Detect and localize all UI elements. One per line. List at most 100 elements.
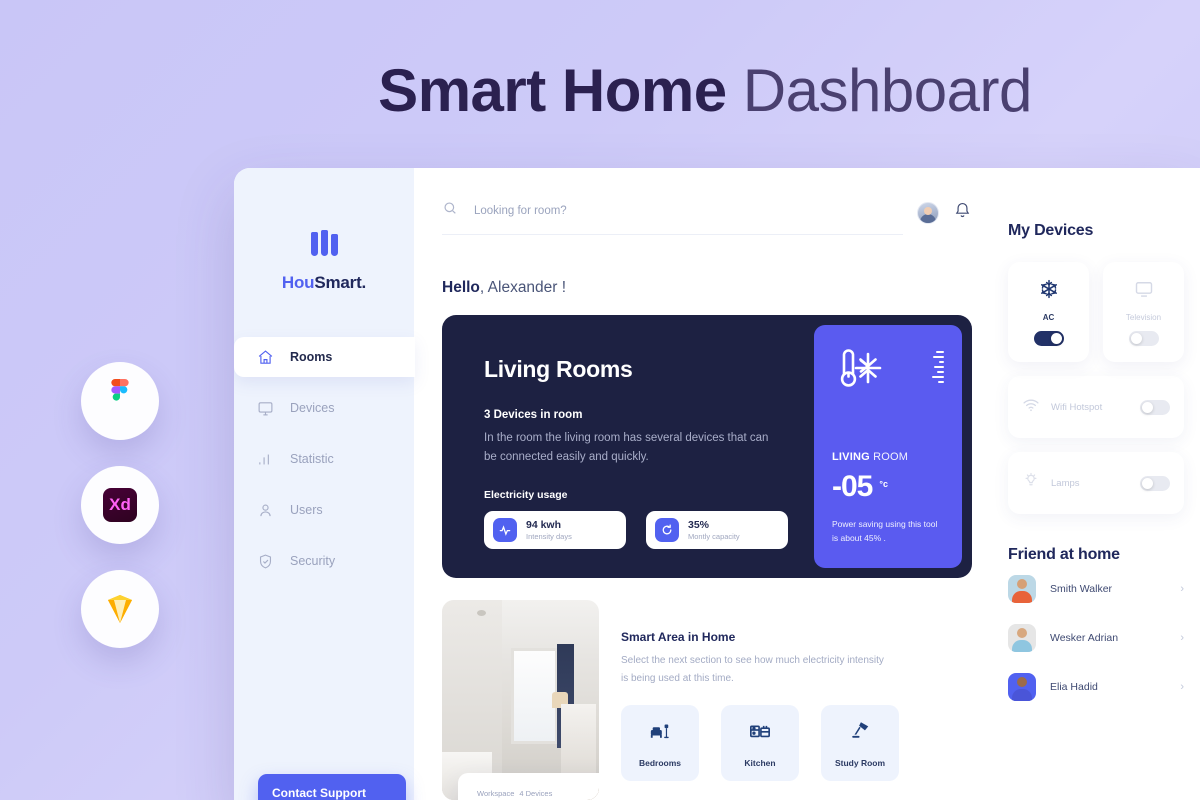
sidebar-item-devices[interactable]: Devices — [234, 388, 414, 428]
greeting: Hello, Alexander ! — [442, 279, 972, 297]
monitor-icon — [256, 399, 274, 417]
refresh-icon — [655, 517, 679, 542]
stat-label: Montly capacity — [688, 531, 740, 541]
device-toggle-ac[interactable] — [1033, 330, 1064, 346]
sidebar-item-label: Devices — [290, 401, 335, 415]
contact-support-button[interactable]: Contact Support — [258, 774, 406, 800]
friend-name: Elia Hadid — [1050, 680, 1098, 693]
smart-area-title: Smart Area in Home — [621, 630, 736, 644]
figma-icon[interactable] — [81, 362, 159, 440]
device-tile-television[interactable]: Television — [1103, 262, 1184, 362]
sketch-icon[interactable] — [81, 570, 159, 648]
lamp-icon — [1022, 472, 1040, 495]
friend-item-smith-walker[interactable]: Smith Walker › — [1008, 564, 1184, 613]
header-actions — [917, 201, 972, 235]
device-tiles: AC Television — [1008, 262, 1184, 362]
temperature-room-label: LIVING ROOM — [832, 451, 944, 463]
workspace-title: Workspace — [477, 789, 515, 798]
page-title: Smart Home Dashboard — [0, 58, 1200, 124]
sidebar-item-label: Rooms — [290, 350, 333, 364]
stat-value: 35% — [688, 518, 710, 531]
workspace-device-count: 4 Devices — [519, 789, 553, 798]
sidebar-item-rooms[interactable]: Rooms — [234, 337, 415, 377]
hero-description: In the room the living room has several … — [484, 432, 769, 463]
snowflake-icon — [1039, 279, 1059, 304]
stat-card-capacity[interactable]: 35% Montly capacity — [646, 510, 788, 549]
temperature-note: Power saving using this tool is about 45… — [832, 519, 938, 543]
device-tile-ac[interactable]: AC — [1008, 262, 1089, 362]
sidebar-item-label: Users — [290, 503, 323, 517]
avatar — [1008, 623, 1036, 652]
device-row-lamps[interactable]: Lamps — [1008, 452, 1184, 514]
friend-name: Smith Walker — [1050, 582, 1113, 595]
friend-item-elia-hadid[interactable]: Elia Hadid › — [1008, 662, 1184, 711]
chevron-right-icon: › — [1180, 631, 1184, 644]
page-title-light: Dashboard — [742, 57, 1033, 124]
electricity-stats: 94 kwh Intensity days 35% Montly capacit… — [484, 510, 814, 549]
desk-lamp-icon — [849, 719, 871, 746]
search-bar[interactable] — [442, 200, 903, 235]
workspace-card[interactable]: Workspace4 Devices Offices lamp, air Con… — [458, 773, 599, 800]
device-label: AC — [1042, 312, 1055, 322]
living-room-hero-card: Living Rooms 3 Devices in room In the ro… — [442, 315, 972, 578]
area-label: Kitchen — [744, 757, 776, 768]
device-label: Television — [1125, 312, 1162, 322]
brand-logo-icon — [310, 230, 338, 256]
temperature-panel: LIVING ROOM -05 °c Power saving using th… — [814, 325, 962, 568]
device-label: Wifi Hotspot — [1051, 401, 1103, 413]
page-title-bold: Smart Home — [378, 57, 727, 124]
sidebar-item-users[interactable]: Users — [234, 490, 414, 530]
friend-item-wesker-adrian[interactable]: Wesker Adrian › — [1008, 613, 1184, 662]
main-content: Hello, Alexander ! Living Rooms 3 Device… — [414, 168, 1000, 800]
smart-area-description: Select the next section to see how much … — [621, 655, 884, 684]
device-row-wifi-hotspot[interactable]: Wifi Hotspot — [1008, 376, 1184, 438]
monitor-icon — [1134, 279, 1154, 304]
stat-card-intensity[interactable]: 94 kwh Intensity days — [484, 510, 626, 549]
brand[interactable]: HouSmart. — [234, 168, 414, 293]
stat-label: Intensity days — [526, 531, 572, 541]
my-devices-heading: My Devices — [1008, 222, 1094, 239]
area-card-study-room[interactable]: Study Room — [821, 705, 899, 781]
chevron-right-icon: › — [1180, 680, 1184, 693]
room-photo[interactable]: Workspace4 Devices Offices lamp, air Con… — [442, 600, 599, 800]
sidebar-nav: Rooms Devices Statistic Users Security — [234, 337, 415, 581]
device-toggle-lamps[interactable] — [1140, 475, 1170, 491]
stat-value: 94 kwh — [526, 518, 562, 531]
area-card-bedrooms[interactable]: Bedrooms — [621, 705, 699, 781]
shield-icon — [256, 552, 274, 570]
right-panel: My Devices AC Television Wifi Hotspot La… — [1000, 168, 1200, 800]
area-card-kitchen[interactable]: Kitchen — [721, 705, 799, 781]
lower-section: Workspace4 Devices Offices lamp, air Con… — [442, 600, 972, 800]
device-label: Lamps — [1051, 477, 1080, 489]
friend-name: Wesker Adrian — [1050, 631, 1119, 644]
temperature-room-bold: LIVING — [832, 451, 870, 463]
kitchen-icon — [749, 719, 771, 746]
electricity-usage-label: Electricity usage — [484, 488, 568, 501]
hero-left: Living Rooms 3 Devices in room In the ro… — [452, 325, 814, 568]
search-input[interactable] — [474, 204, 903, 217]
adobe-xd-icon[interactable]: Xd — [81, 466, 159, 544]
home-icon — [256, 348, 274, 366]
sidebar-item-statistic[interactable]: Statistic — [234, 439, 414, 479]
device-toggle-television[interactable] — [1128, 330, 1159, 346]
bell-icon[interactable] — [953, 201, 972, 225]
activity-icon — [493, 517, 517, 542]
app-window: HouSmart. Rooms Devices Statistic Users … — [234, 168, 1200, 800]
search-icon — [442, 200, 458, 221]
signal-bars-icon — [932, 347, 944, 383]
brand-name: HouSmart. — [234, 273, 414, 293]
chevron-right-icon: › — [1180, 582, 1184, 595]
workspace-title-row: Workspace 4 Devices — [472, 785, 599, 799]
temperature-unit: °c — [879, 479, 888, 489]
temperature-value-row: -05 °c — [832, 472, 944, 502]
hero-title: Living Rooms — [484, 356, 633, 382]
temperature-room-light: ROOM — [869, 451, 909, 463]
device-toggle-wifi-hotspot[interactable] — [1140, 399, 1170, 415]
temperature-value: -05 — [832, 470, 873, 503]
bar-chart-icon — [256, 450, 274, 468]
bedroom-icon — [649, 719, 671, 746]
sidebar-item-security[interactable]: Security — [234, 541, 414, 581]
avatar[interactable] — [917, 201, 939, 224]
friends-heading: Friend at home — [1008, 546, 1120, 563]
area-label: Bedrooms — [638, 757, 682, 768]
